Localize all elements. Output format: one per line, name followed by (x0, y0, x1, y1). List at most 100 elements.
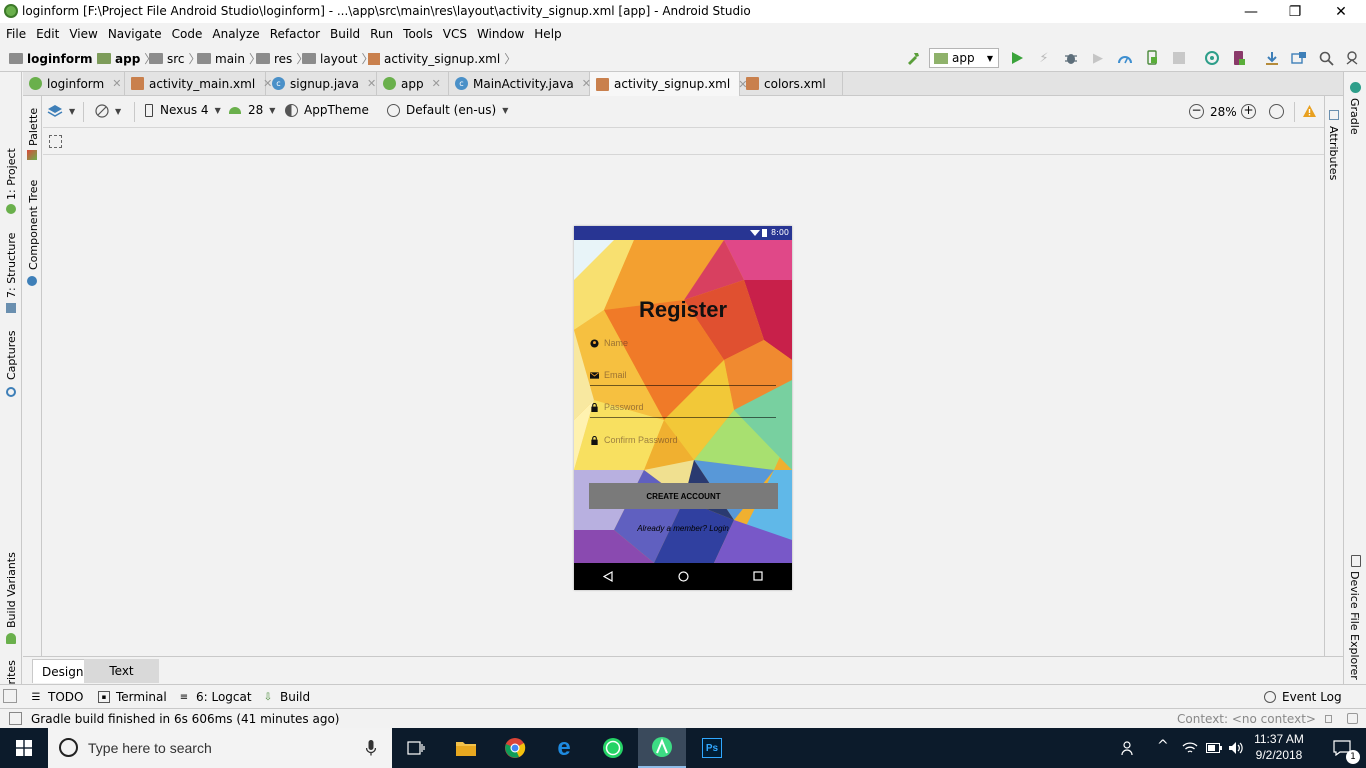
back-icon[interactable] (603, 571, 613, 582)
breadcrumb-src[interactable]: src 〉 (149, 50, 201, 67)
stop-icon[interactable] (1170, 49, 1188, 67)
close-icon[interactable]: ✕ (432, 77, 441, 90)
attach-debugger-icon[interactable] (1143, 49, 1161, 67)
create-account-button[interactable]: CREATE ACCOUNT (589, 483, 778, 509)
tool-terminal[interactable]: ▪ Terminal (98, 690, 167, 704)
edge-button[interactable]: e (540, 728, 588, 768)
lock-icon[interactable] (1325, 715, 1332, 723)
api-dropdown[interactable]: 28 ▼ (229, 103, 275, 117)
menu-view[interactable]: View (64, 23, 102, 45)
zoom-in-icon[interactable]: + (1241, 104, 1256, 119)
login-link[interactable]: Already a member? Login (574, 524, 792, 533)
start-button[interactable] (0, 728, 48, 768)
breadcrumb-layout[interactable]: layout〉 (302, 50, 373, 67)
design-surface-dropdown[interactable]: ▼ (47, 104, 75, 118)
device-preview[interactable]: 8:00 Register Name Email Password Confir… (574, 226, 792, 590)
sdk-manager-icon[interactable] (1263, 49, 1281, 67)
tab-activity-signup[interactable]: activity_signup.xml ✕ (590, 72, 747, 96)
avd-manager-icon[interactable] (1230, 49, 1248, 67)
tool-component-tree[interactable]: Component Tree (27, 180, 40, 270)
device-dropdown[interactable]: Nexus 4 ▼ (145, 103, 221, 117)
tool-todo[interactable]: ☰ TODO (30, 690, 84, 704)
locale-dropdown[interactable]: Default (en-us) ▼ (387, 103, 508, 117)
confirm-password-field[interactable]: Confirm Password (590, 433, 776, 451)
maximize-button[interactable]: ❐ (1272, 0, 1318, 23)
people-icon[interactable] (1121, 740, 1137, 756)
tool-build[interactable]: ⇩ Build (262, 690, 310, 704)
tab-mainactivity-java[interactable]: c MainActivity.java ✕ (449, 72, 591, 95)
breadcrumb-loginform[interactable]: loginform〉 (9, 50, 109, 67)
tool-event-log[interactable]: Event Log (1264, 690, 1342, 704)
sync-gradle-icon[interactable] (1203, 49, 1221, 67)
android-studio-button[interactable] (638, 728, 686, 768)
close-icon[interactable]: ✕ (112, 77, 121, 90)
make-project-icon[interactable] (904, 49, 922, 67)
menu-file[interactable]: File (1, 23, 31, 45)
chrome-button[interactable] (491, 728, 539, 768)
zoom-to-fit-icon[interactable] (1269, 104, 1284, 119)
action-center-button[interactable]: 1 (1318, 728, 1366, 768)
task-view-button[interactable] (392, 728, 440, 768)
toggle-tool-windows-icon[interactable] (3, 689, 17, 703)
tool-palette[interactable]: Palette (27, 108, 40, 146)
menu-edit[interactable]: Edit (31, 23, 64, 45)
breadcrumb-app[interactable]: app〉 (97, 50, 156, 67)
home-icon[interactable] (678, 571, 689, 582)
tab-activity-main[interactable]: activity_main.xml ✕ (125, 72, 272, 95)
notifications-icon[interactable] (1347, 713, 1358, 724)
tool-device-file-explorer[interactable]: Device File Explorer (1348, 571, 1361, 680)
tool-logcat[interactable]: ≡ 6: Logcat (178, 690, 252, 704)
coverage-icon[interactable]: ▶ (1089, 49, 1107, 67)
email-field[interactable]: Email (590, 368, 776, 386)
tool-captures[interactable]: Captures (5, 331, 18, 380)
menu-vcs[interactable]: VCS (438, 23, 472, 45)
whatsapp-button[interactable] (589, 728, 637, 768)
tool-project[interactable]: 1: Project (5, 148, 18, 200)
menu-navigate[interactable]: Navigate (103, 23, 167, 45)
tool-gradle[interactable]: Gradle (1348, 98, 1361, 135)
menu-code[interactable]: Code (167, 23, 208, 45)
project-structure-icon[interactable] (1290, 49, 1308, 67)
breadcrumb-main[interactable]: main 〉 (197, 50, 261, 67)
taskbar-search[interactable]: Type here to search (48, 728, 392, 768)
password-field[interactable]: Password (590, 400, 776, 418)
tab-app[interactable]: app ✕ (377, 72, 449, 95)
tool-attributes[interactable]: Attributes (1327, 126, 1340, 180)
minimize-button[interactable]: — (1228, 0, 1274, 23)
menu-tools[interactable]: Tools (398, 23, 438, 45)
tab-signup-java[interactable]: c signup.java ✕ (266, 72, 377, 95)
taskbar-clock[interactable]: 11:37 AM 9/2/2018 (1244, 731, 1314, 763)
close-button[interactable]: ✕ (1318, 0, 1364, 23)
menu-refactor[interactable]: Refactor (265, 23, 325, 45)
tab-loginform[interactable]: loginform ✕ (23, 72, 125, 95)
search-icon[interactable] (1317, 49, 1335, 67)
menu-build[interactable]: Build (325, 23, 365, 45)
run-config-dropdown[interactable]: app ▼ (929, 48, 999, 68)
chevron-up-icon[interactable]: ^ (1157, 738, 1169, 754)
select-component-icon[interactable] (49, 135, 62, 148)
menu-help[interactable]: Help (529, 23, 566, 45)
recents-icon[interactable] (753, 571, 763, 581)
photoshop-button[interactable]: Ps (688, 728, 736, 768)
assistant-icon[interactable] (1343, 49, 1361, 67)
volume-icon[interactable] (1228, 741, 1244, 755)
battery-icon[interactable] (1206, 743, 1222, 753)
breadcrumb-file[interactable]: activity_signup.xml 〉 (368, 50, 516, 67)
tab-colors-xml[interactable]: colors.xml (740, 72, 843, 95)
run-icon[interactable] (1008, 49, 1026, 67)
apply-changes-icon[interactable]: ⚡ (1035, 49, 1053, 67)
menu-analyze[interactable]: Analyze (207, 23, 264, 45)
file-explorer-button[interactable] (442, 728, 490, 768)
microphone-icon[interactable] (366, 740, 376, 756)
debug-icon[interactable] (1062, 49, 1080, 67)
tool-build-variants[interactable]: Build Variants (5, 552, 18, 628)
menu-window[interactable]: Window (472, 23, 529, 45)
tool-structure[interactable]: 7: Structure (5, 233, 18, 298)
status-toggle-icon[interactable] (9, 712, 22, 725)
menu-run[interactable]: Run (365, 23, 398, 45)
warning-icon[interactable] (1302, 104, 1317, 118)
breadcrumb-res[interactable]: res〉 (256, 50, 308, 67)
orientation-dropdown[interactable]: ▼ (95, 104, 121, 118)
theme-selector[interactable]: AppTheme (285, 103, 369, 117)
name-field[interactable]: Name (590, 336, 776, 354)
